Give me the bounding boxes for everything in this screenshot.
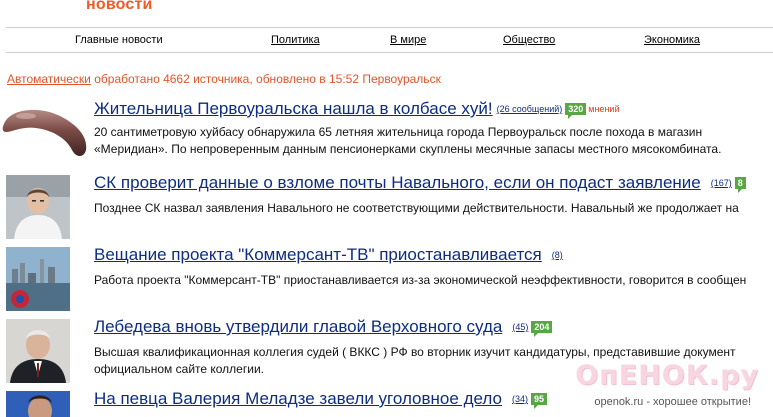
news-title-row: Вещание проекта "Коммерсант-ТВ" приостан… <box>94 245 563 265</box>
desc-line: Высшая квалификационная коллегия судей (… <box>94 345 736 359</box>
section-title: новости <box>86 0 153 13</box>
comments-link[interactable]: (8) <box>552 250 563 260</box>
nav-item-politics[interactable]: Политика <box>271 34 320 46</box>
desc-line: Работа проекта "Коммерсант-ТВ" приостана… <box>94 273 747 287</box>
news-title-row: Жительница Первоуральска нашла в колбасе… <box>94 99 619 119</box>
nav-item-economy[interactable]: Экономика <box>644 34 700 46</box>
comments-link[interactable]: (167) <box>711 178 732 188</box>
nav-item-society[interactable]: Общество <box>503 34 555 46</box>
auto-link[interactable]: Автоматически <box>7 72 91 86</box>
opinion-count-badge[interactable]: 8 <box>734 177 746 193</box>
news-title[interactable]: Жительница Первоуральска нашла в колбасе… <box>94 99 493 118</box>
opinion-count-badge[interactable]: 95 <box>530 393 547 409</box>
news-description: 20 сантиметровую хуйбасу обнаружила 65 л… <box>94 124 773 158</box>
sausage-image[interactable] <box>0 98 92 160</box>
desc-line: 20 сантиметровую хуйбасу обнаружила 65 л… <box>94 125 703 139</box>
opinion-count-badge[interactable]: 204 <box>531 321 553 337</box>
comments-link[interactable]: (34) <box>512 394 528 404</box>
news-title[interactable]: Вещание проекта "Коммерсант-ТВ" приостан… <box>94 245 542 264</box>
status-text: обработано 4662 источника, обновлено в 1… <box>90 72 441 86</box>
top-nav: Главные новости Политика В мире Общество… <box>6 27 773 53</box>
person-photo[interactable] <box>6 175 70 239</box>
news-title[interactable]: СК проверит данные о взломе почты Наваль… <box>94 173 701 192</box>
site-watermark: ОпЕНОК.ру openok.ru - хорошее открытие! <box>575 360 767 417</box>
nav-item-world[interactable]: В мире <box>390 34 426 46</box>
singer-photo[interactable] <box>6 391 70 417</box>
opinion-count-badge[interactable]: 320 <box>565 103 587 119</box>
news-description: Позднее СК назвал заявления Навального н… <box>94 200 773 217</box>
judge-photo[interactable] <box>6 319 70 383</box>
news-title[interactable]: Лебедева вновь утвердили главой Верховно… <box>94 317 502 336</box>
update-status: Автоматически обработано 4662 источника,… <box>7 72 441 86</box>
news-title-row: Лебедева вновь утвердили главой Верховно… <box>94 317 553 337</box>
watermark-caption: openok.ru - хорошее открытие! <box>594 396 751 408</box>
news-title[interactable]: На певца Валерия Меладзе завели уголовно… <box>94 389 502 408</box>
news-title-row: На певца Валерия Меладзе завели уголовно… <box>94 389 547 409</box>
watermark-logo: ОпЕНОК.ру <box>575 360 759 391</box>
news-description: Работа проекта "Коммерсант-ТВ" приостана… <box>94 272 773 289</box>
nav-item-main-news[interactable]: Главные новости <box>75 34 163 46</box>
desc-line: «Меридиан». По непроверенным данным пенс… <box>94 142 722 156</box>
desc-line: Позднее СК назвал заявления Навального н… <box>94 201 739 215</box>
opinions-label: мнений <box>588 104 620 114</box>
news-title-row: СК проверит данные о взломе почты Наваль… <box>94 173 746 193</box>
comments-link[interactable]: (26 сообщений) <box>497 104 563 114</box>
comments-link[interactable]: (45) <box>512 322 528 332</box>
city-photo[interactable] <box>6 247 70 311</box>
